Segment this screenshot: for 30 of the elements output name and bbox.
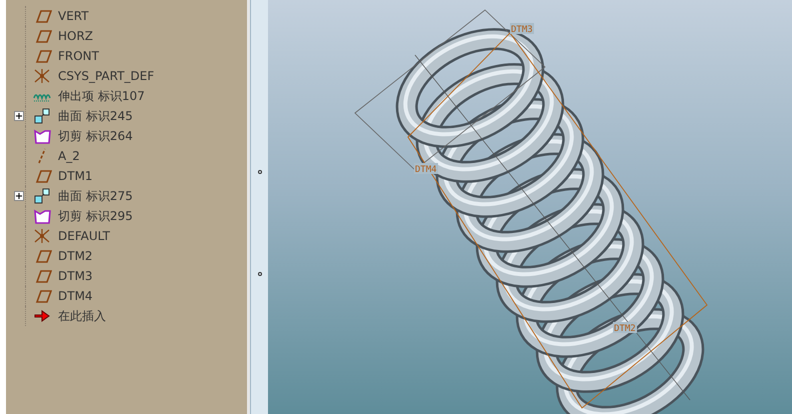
tree-item[interactable]: CSYS_PART_DEF <box>58 67 154 85</box>
datum-label: DTM4 <box>415 165 437 175</box>
tree-item[interactable]: 在此插入 <box>58 307 106 325</box>
cut-icon <box>32 128 52 144</box>
expand-toggle[interactable] <box>14 191 24 201</box>
coordinate-system-icon <box>32 228 52 244</box>
arrow-icon <box>32 308 52 324</box>
tree-item[interactable]: HORZ <box>58 27 94 45</box>
tree-item[interactable]: DTM4 <box>58 287 93 305</box>
grip-icon <box>258 272 262 276</box>
cut-icon <box>32 208 52 224</box>
datum-label: DTM3 <box>511 25 533 35</box>
tree-item[interactable]: 切剪 标识264 <box>58 127 133 145</box>
surface-icon <box>32 188 52 204</box>
tree-item[interactable]: 曲面 标识275 <box>58 187 133 205</box>
tree-item[interactable]: FRONT <box>58 47 99 65</box>
tree-item[interactable]: A_2 <box>58 147 80 165</box>
tree-item[interactable]: DTM3 <box>58 267 93 285</box>
tree-item[interactable]: 曲面 标识245 <box>58 107 133 125</box>
tree-item[interactable]: 伸出项 标识107 <box>58 87 145 105</box>
tree-item[interactable]: DTM2 <box>58 247 93 265</box>
tree-item[interactable]: DTM1 <box>58 167 93 185</box>
tree-item[interactable]: DEFAULT <box>58 227 110 245</box>
expand-toggle[interactable] <box>14 111 24 121</box>
coordinate-system-icon <box>32 68 52 84</box>
grip-icon <box>258 170 262 174</box>
surface-icon <box>32 108 52 124</box>
datum-label: DTM2 <box>614 324 636 334</box>
tree-item[interactable]: VERT <box>58 7 89 25</box>
tree-item[interactable]: 切剪 标识295 <box>58 207 133 225</box>
